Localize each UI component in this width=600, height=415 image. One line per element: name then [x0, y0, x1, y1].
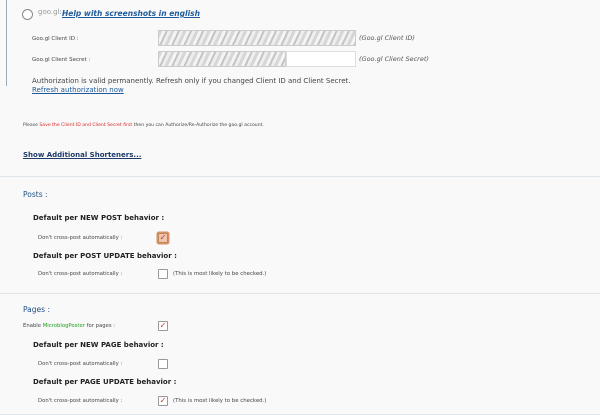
- checkmark-icon: ✓: [159, 233, 167, 242]
- pages-section-title: Pages :: [23, 305, 50, 314]
- refresh-authorization-link[interactable]: Refresh authorization now: [32, 86, 124, 94]
- show-additional-shorteners-link[interactable]: Show Additional Shorteners...: [23, 151, 141, 159]
- client-id-label: Goo.gl Client ID :: [32, 36, 79, 42]
- client-secret-hint: (Goo.gl Client Secret): [359, 55, 429, 63]
- page-update-option-label: Don't cross-post automatically :: [38, 398, 123, 404]
- enable-pages-label: Enable MicroblogPoster for pages :: [23, 323, 116, 329]
- post-update-option-label: Don't cross-post automatically :: [38, 271, 123, 277]
- checkmark-icon: ✓: [159, 321, 167, 330]
- client-secret-field-tail[interactable]: [286, 51, 356, 67]
- googl-logo: goo.gl:: [38, 8, 62, 16]
- section-left-border: [6, 0, 7, 86]
- client-secret-field[interactable]: [158, 51, 286, 67]
- client-secret-label: Goo.gl Client Secret :: [32, 57, 91, 63]
- post-update-heading: Default per POST UPDATE behavior :: [33, 252, 177, 260]
- new-post-heading: Default per NEW POST behavior :: [33, 214, 165, 222]
- new-post-checkbox[interactable]: ✓: [158, 233, 168, 243]
- page-update-checkbox[interactable]: ✓: [158, 396, 168, 406]
- page-update-note: (This is most likely to be checked.): [173, 398, 267, 404]
- post-update-note: (This is most likely to be checked.): [173, 271, 267, 277]
- help-screenshots-link[interactable]: Help with screenshots in english: [62, 9, 200, 18]
- new-page-checkbox[interactable]: [158, 359, 168, 369]
- post-update-checkbox[interactable]: [158, 269, 168, 279]
- new-page-option-label: Don't cross-post automatically :: [38, 361, 123, 367]
- divider: [0, 176, 600, 177]
- client-id-hint: (Goo.gl Client ID): [359, 34, 415, 42]
- authorization-status: Authorization is valid permanently. Refr…: [32, 77, 351, 85]
- enable-pages-checkbox[interactable]: ✓: [158, 321, 168, 331]
- page-update-heading: Default per PAGE UPDATE behavior :: [33, 378, 177, 386]
- checkmark-icon: ✓: [159, 396, 167, 405]
- save-notice: Please Save the Client ID and Client Sec…: [23, 123, 264, 128]
- client-id-field[interactable]: [158, 30, 356, 46]
- new-page-heading: Default per NEW PAGE behavior :: [33, 341, 164, 349]
- new-post-option-label: Don't cross-post automatically :: [38, 235, 123, 241]
- googl-radio[interactable]: [22, 9, 33, 20]
- divider: [0, 293, 600, 294]
- posts-section-title: Posts :: [23, 190, 48, 199]
